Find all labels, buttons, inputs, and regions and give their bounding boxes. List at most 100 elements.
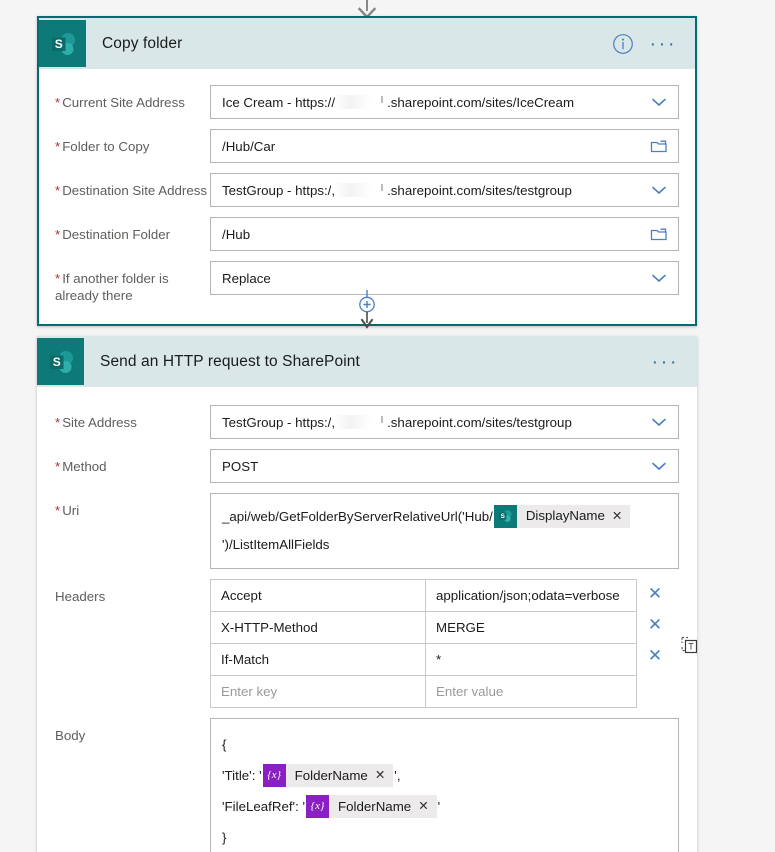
headers-table: Accept application/json;odata=verbose X-… [210, 579, 637, 708]
folder-to-copy-input[interactable]: /Hub/Car [210, 129, 679, 163]
field-folder-to-copy: * Folder to Copy /Hub/Car [55, 129, 679, 163]
folder-picker-icon[interactable] [649, 136, 669, 156]
field-value-prefix: Ice Cream - https:// [222, 94, 336, 110]
required-asterisk: * [55, 415, 61, 430]
field-label: * Uri [55, 503, 80, 518]
field-label: * Folder to Copy [55, 139, 150, 154]
field-headers: Headers Accept application/json;odata=ve… [55, 579, 698, 708]
svg-text:S: S [501, 514, 506, 521]
field-label: * Destination Folder [55, 227, 171, 242]
method-dropdown[interactable]: POST [210, 449, 679, 483]
required-asterisk: * [55, 95, 61, 110]
sharepoint-icon: S [39, 20, 86, 67]
token-remove-icon[interactable]: ✕ [375, 769, 393, 782]
header-value-placeholder[interactable]: Enter value [425, 675, 637, 708]
folder-picker-icon[interactable] [649, 224, 669, 244]
required-asterisk: * [55, 503, 61, 518]
chevron-down-icon[interactable] [649, 180, 669, 200]
remove-header-button[interactable]: ✕ [637, 647, 673, 664]
dynamic-token-foldername[interactable]: {x} FolderName ✕ [306, 794, 437, 818]
header-remove-column: ✕ ✕ ✕ [637, 579, 673, 664]
token-label: FolderName [338, 798, 412, 814]
card-header[interactable]: S Copy folder ··· [39, 18, 695, 69]
token-remove-icon[interactable]: ✕ [612, 510, 630, 523]
action-card-copy-folder[interactable]: S Copy folder ··· *Current Site Address [37, 16, 697, 326]
info-icon[interactable] [612, 33, 634, 55]
field-label: * Method [55, 459, 107, 474]
card-title: Copy folder [102, 34, 183, 52]
flow-connector [352, 290, 382, 338]
field-value-suffix: .sharepoint.com/sites/testgroup [387, 182, 572, 198]
more-menu-icon[interactable]: ··· [650, 34, 677, 54]
redacted-tenant [335, 94, 388, 109]
required-asterisk: * [55, 183, 61, 198]
sharepoint-icon: S [37, 338, 84, 385]
header-key[interactable]: X-HTTP-Method [210, 611, 426, 644]
field-label: Headers [55, 589, 106, 604]
field-value-prefix: TestGroup - https:/, [222, 414, 336, 430]
card-body: * Site Address TestGroup - https:/, .shar… [37, 387, 698, 852]
svg-text:S: S [54, 37, 62, 51]
body-text: ', [394, 768, 401, 783]
chevron-down-icon[interactable] [649, 412, 669, 432]
header-key[interactable]: Accept [210, 579, 426, 612]
card-header[interactable]: S Send an HTTP request to SharePoint ··· [37, 336, 697, 387]
header-value[interactable]: MERGE [425, 611, 637, 644]
svg-text:S: S [52, 355, 60, 369]
field-value-prefix: TestGroup - https:/, [222, 182, 336, 198]
variable-icon: {x} [306, 794, 330, 818]
conflict-behavior-dropdown[interactable]: Replace [210, 261, 679, 295]
more-menu-icon[interactable]: ··· [652, 352, 679, 372]
card-title: Send an HTTP request to SharePoint [100, 352, 360, 370]
destination-site-address-dropdown[interactable]: TestGroup - https:/, .sharepoint.com/sit… [210, 173, 679, 207]
destination-folder-input[interactable]: /Hub [210, 217, 679, 251]
dynamic-token-foldername[interactable]: {x} FolderName ✕ [262, 763, 394, 787]
token-label: DisplayName [525, 508, 605, 524]
table-row[interactable]: Accept application/json;odata=verbose [210, 579, 637, 612]
field-value-suffix: .sharepoint.com/sites/testgroup [387, 414, 572, 430]
body-input[interactable]: { 'Title': ' {x} FolderName ✕ ', 'FileLeafRe… [210, 718, 679, 852]
header-value[interactable]: application/json;odata=verbose [425, 579, 637, 612]
required-asterisk: * [55, 139, 61, 154]
token-remove-icon[interactable]: ✕ [418, 800, 436, 813]
uri-input[interactable]: _api/web/GetFolderByServerRelativeUrl('H… [210, 493, 679, 569]
redacted-tenant [335, 414, 388, 429]
sharepoint-icon: S [493, 504, 517, 528]
field-destination-site-address: * Destination Site Address TestGroup - ht… [55, 173, 679, 207]
dynamic-token-displayname[interactable]: S DisplayName ✕ [493, 504, 631, 528]
table-row-new[interactable]: Enter key Enter value [210, 675, 637, 708]
header-value[interactable]: * [425, 643, 637, 676]
header-key[interactable]: If-Match [210, 643, 426, 676]
uri-text-before: _api/web/GetFolderByServerRelativeUrl('H… [222, 509, 493, 524]
action-card-send-http-request[interactable]: S Send an HTTP request to SharePoint ···… [37, 336, 698, 852]
field-label: * Site Address [55, 415, 137, 430]
switch-to-text-mode-icon[interactable]: T [679, 635, 701, 657]
card-body: * Current Site Address Ice Cream - https:… [39, 69, 695, 324]
card-header-actions: ··· [652, 352, 697, 372]
table-row[interactable]: X-HTTP-Method MERGE [210, 611, 637, 644]
chevron-down-icon[interactable] [649, 268, 669, 288]
flow-designer-canvas: S Copy folder ··· *Current Site Address [0, 0, 775, 852]
field-destination-folder: * Destination Folder /Hub [55, 217, 679, 251]
header-key-placeholder[interactable]: Enter key [210, 675, 426, 708]
field-label: * Current Site Address [55, 95, 185, 110]
field-value: /Hub [222, 226, 251, 242]
card-header-actions: ··· [612, 33, 695, 55]
chevron-down-icon[interactable] [649, 456, 669, 476]
field-site-address: * Site Address TestGroup - https:/, .shar… [55, 405, 679, 439]
body-line-open: { [222, 737, 227, 752]
body-text: 'Title': ' [222, 768, 262, 783]
field-body: Body { 'Title': ' {x} FolderName ✕ ', 'FileL… [55, 718, 679, 852]
remove-header-button[interactable]: ✕ [637, 585, 673, 602]
field-current-site-address: * Current Site Address Ice Cream - https:… [55, 85, 679, 119]
chevron-down-icon[interactable] [649, 92, 669, 112]
required-asterisk: * [55, 459, 61, 474]
table-row[interactable]: If-Match * [210, 643, 637, 676]
body-line-fileleafref: 'FileLeafRef': ' {x} FolderName ✕ ' [222, 791, 667, 822]
current-site-address-dropdown[interactable]: Ice Cream - https:// .sharepoint.com/sit… [210, 85, 679, 119]
field-method: * Method POST [55, 449, 679, 483]
remove-header-button[interactable]: ✕ [637, 616, 673, 633]
site-address-dropdown[interactable]: TestGroup - https:/, .sharepoint.com/sit… [210, 405, 679, 439]
field-label: Body [55, 728, 86, 743]
field-label: * If another folder is already there [55, 271, 169, 303]
